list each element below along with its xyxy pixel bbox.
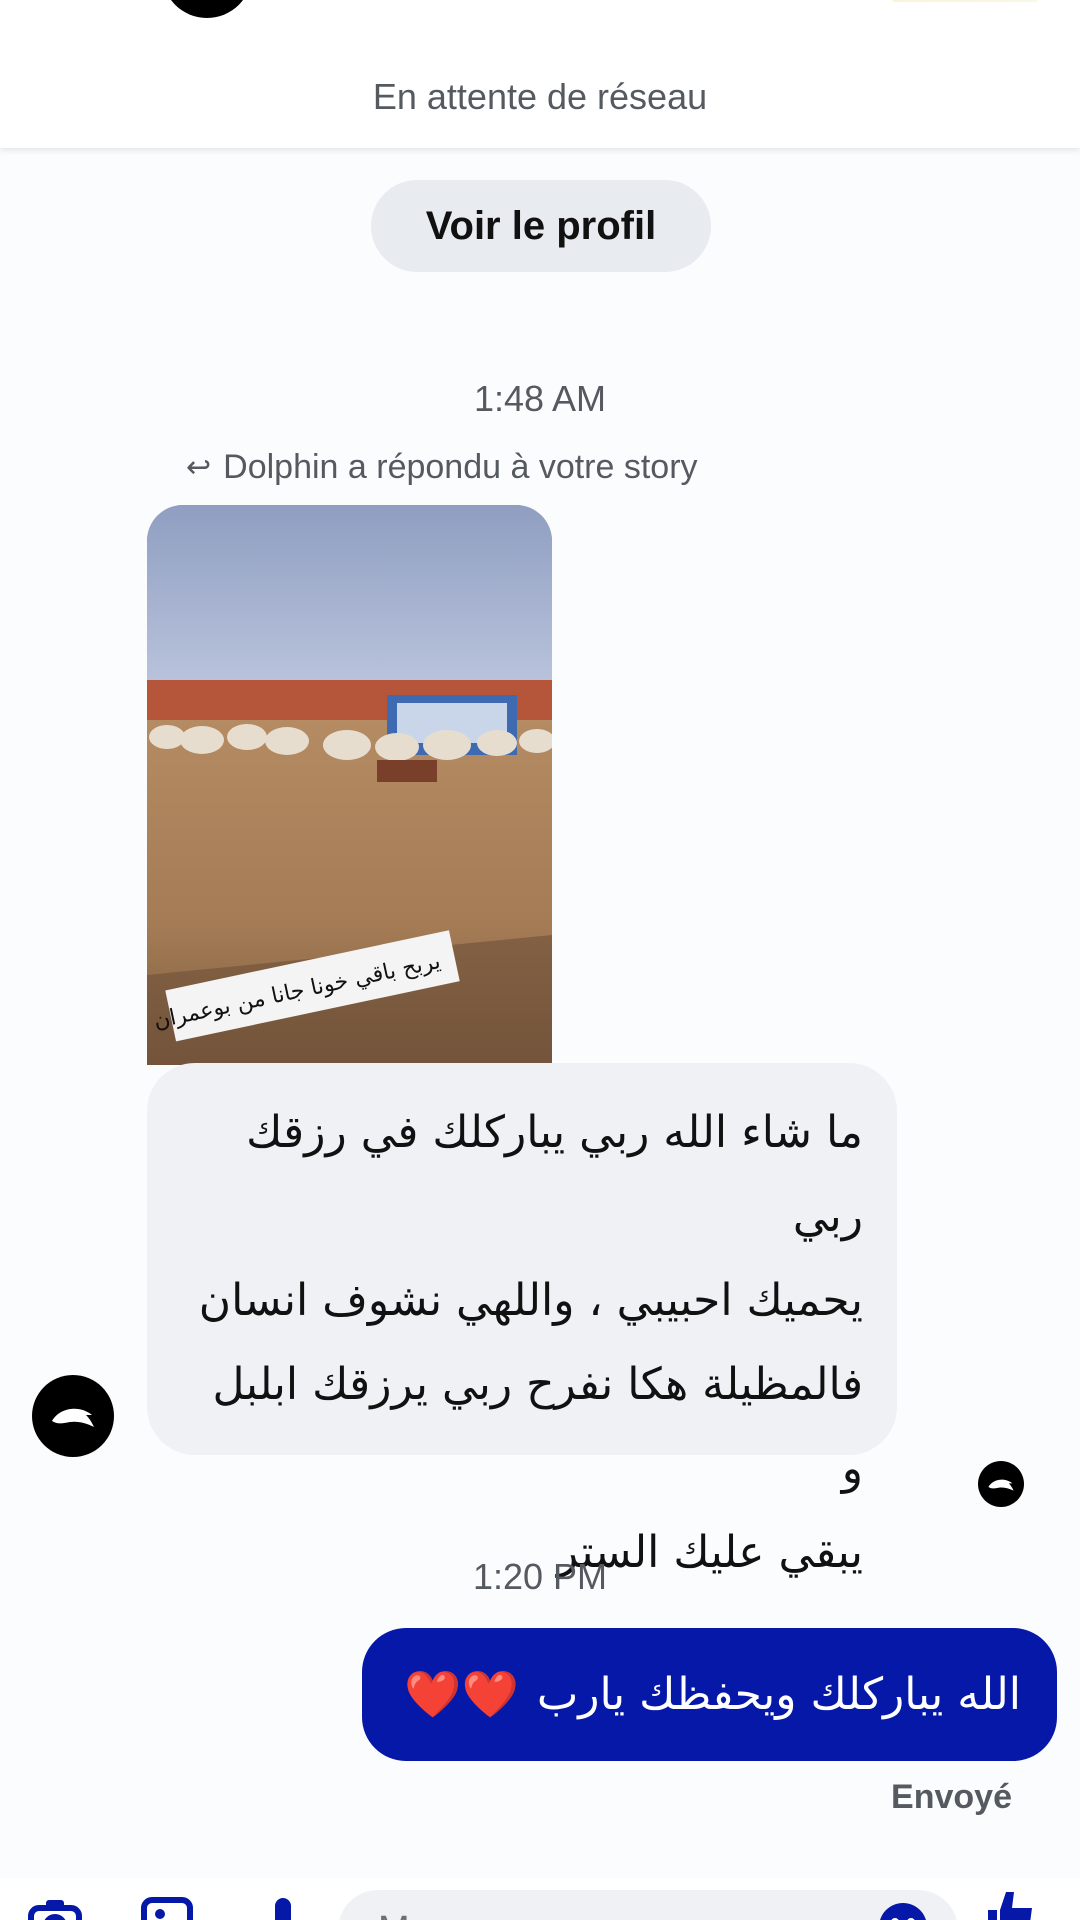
sent-message-bubble[interactable]: الله يباركلك ويحفظك يارب ❤️❤️ bbox=[362, 1628, 1057, 1761]
dolphin-icon bbox=[988, 1479, 1014, 1491]
reply-arrow-icon: ↩ bbox=[186, 451, 212, 484]
dolphin-icon bbox=[52, 1408, 94, 1427]
contact-avatar[interactable] bbox=[162, 0, 252, 18]
received-line: فالمظيلة هكا نفرح ربي يرزقك ابلبل و bbox=[212, 1359, 863, 1494]
received-line: يحميك احبيبي ، واللهي نشوف انسان bbox=[198, 1275, 863, 1326]
story-reply-label: Dolphin a répondu à votre story bbox=[223, 448, 698, 486]
message-timestamp: 1:20 PM bbox=[472, 1556, 608, 1597]
view-profile-button[interactable]: Voir le profil bbox=[371, 180, 711, 272]
delivery-status: Envoyé bbox=[891, 1778, 1012, 1816]
received-line: ما شاء الله ربي يباركلك في رزقك ربي bbox=[246, 1107, 863, 1242]
header-actions bbox=[890, 0, 1040, 2]
message-input[interactable] bbox=[338, 1890, 958, 1920]
sent-message-text: الله يباركلك ويحفظك يارب bbox=[536, 1669, 1021, 1720]
chat-screen: En attente de réseau Voir le profil 1:48… bbox=[0, 0, 1080, 1920]
image-icon[interactable] bbox=[140, 1896, 194, 1920]
sender-avatar[interactable] bbox=[32, 1375, 114, 1457]
connection-status: En attente de réseau bbox=[372, 76, 708, 117]
seen-indicator-avatar bbox=[978, 1461, 1024, 1507]
camera-icon[interactable] bbox=[28, 1896, 82, 1920]
thumbs-up-icon[interactable] bbox=[984, 1888, 1038, 1920]
heart-emojis: ❤️❤️ bbox=[404, 1667, 519, 1721]
emoji-icon[interactable] bbox=[876, 1900, 930, 1920]
chat-header: En attente de réseau bbox=[0, 0, 1080, 148]
story-image: يربح باقي خونا جانا من بوعمران bbox=[147, 505, 552, 1065]
story-reply-note: ↩ Dolphin a répondu à votre story bbox=[186, 448, 698, 487]
message-composer bbox=[0, 1878, 1080, 1920]
received-message-bubble[interactable]: ما شاء الله ربي يباركلك في رزقك ربي يحمي… bbox=[147, 1063, 897, 1578]
story-thumbnail[interactable]: يربح باقي خونا جانا من بوعمران bbox=[147, 505, 552, 1065]
message-timestamp: 1:48 AM bbox=[473, 378, 607, 419]
microphone-icon[interactable] bbox=[256, 1896, 310, 1920]
